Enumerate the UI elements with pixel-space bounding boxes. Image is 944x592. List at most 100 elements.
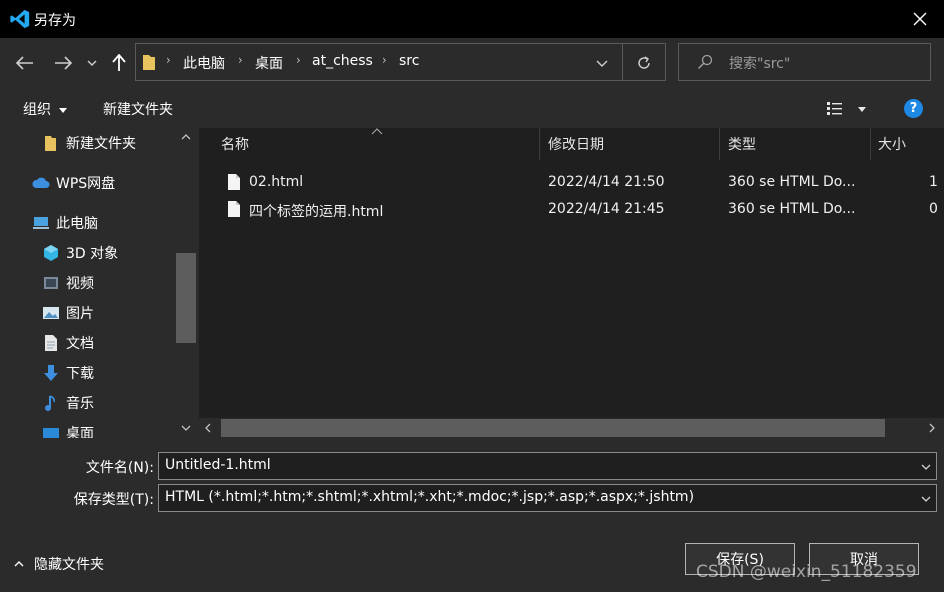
file-icon xyxy=(228,201,240,217)
breadcrumb-desktop[interactable]: 桌面 xyxy=(255,53,283,73)
file-size: 1 xyxy=(929,174,938,190)
organize-menu[interactable]: 组织 xyxy=(23,99,68,119)
chevron-right-icon xyxy=(929,423,935,433)
sidebar-item-this-pc[interactable]: 此电脑 xyxy=(32,208,198,238)
chevron-down-icon xyxy=(181,425,191,431)
sidebar-item-music[interactable]: 音乐 xyxy=(42,388,198,418)
chevron-left-icon xyxy=(205,423,211,433)
breadcrumb-separator: › xyxy=(238,53,243,67)
caret-down-icon xyxy=(858,107,866,112)
column-header-type[interactable]: 类型 xyxy=(728,128,868,160)
forward-button[interactable] xyxy=(50,50,76,76)
folder-icon xyxy=(143,55,155,70)
divider xyxy=(622,44,623,80)
column-divider[interactable] xyxy=(870,128,871,160)
navigation-pane: 新建文件夹 WPS网盘 此电脑 3D 对象 视频 图片 文档 下载 音乐 桌面 xyxy=(0,128,198,438)
help-icon: ? xyxy=(909,101,918,116)
address-bar[interactable]: › 此电脑 › 桌面 › at_chess › src xyxy=(135,43,666,81)
chevron-down-icon xyxy=(921,496,931,502)
back-button[interactable] xyxy=(12,50,38,76)
filetype-label: 保存类型(T): xyxy=(73,492,154,508)
column-label: 修改日期 xyxy=(548,137,604,153)
breadcrumb-this-pc[interactable]: 此电脑 xyxy=(183,53,225,73)
breadcrumb-separator: › xyxy=(382,53,387,67)
sidebar-item-label: 下载 xyxy=(66,366,94,382)
column-label: 大小 xyxy=(878,137,906,153)
up-button[interactable] xyxy=(106,50,132,76)
view-options-button[interactable] xyxy=(826,100,870,118)
chevron-up-icon xyxy=(181,134,191,140)
filetype-select[interactable]: HTML (*.html;*.htm;*.shtml;*.xhtml;*.xht… xyxy=(158,484,937,512)
search-placeholder: 搜索"src" xyxy=(729,56,791,72)
column-divider[interactable] xyxy=(539,128,540,160)
file-name: 02.html xyxy=(249,174,304,190)
sidebar-item-3d-objects[interactable]: 3D 对象 xyxy=(42,238,198,268)
watermark: CSDN @weixin_51182359 xyxy=(696,562,917,582)
file-name: 四个标签的运用.html xyxy=(249,204,384,220)
search-box[interactable]: 搜索"src" xyxy=(678,43,931,81)
help-button[interactable]: ? xyxy=(904,99,923,118)
filename-label: 文件名(N): xyxy=(85,460,154,476)
close-button[interactable] xyxy=(896,0,944,38)
hide-folders-toggle[interactable]: 隐藏文件夹 xyxy=(14,554,104,574)
scrollbar-thumb[interactable] xyxy=(176,253,196,343)
breadcrumb-at-chess[interactable]: at_chess xyxy=(312,53,373,69)
file-row[interactable]: 02.html 2022/4/14 21:50 360 se HTML Do..… xyxy=(199,170,944,196)
address-dropdown-button[interactable] xyxy=(592,54,612,72)
scrollbar-thumb[interactable] xyxy=(221,419,885,437)
chevron-down-icon xyxy=(87,60,97,66)
file-type: 360 se HTML Do... xyxy=(728,201,856,217)
sidebar-item-label: 音乐 xyxy=(66,396,94,412)
column-header-size[interactable]: 大小 xyxy=(878,128,938,160)
cloud-icon xyxy=(32,177,50,188)
document-icon xyxy=(45,335,57,351)
file-list-horizontal-scrollbar[interactable] xyxy=(199,418,944,438)
column-header-name[interactable]: 名称 xyxy=(221,128,539,160)
vscode-logo-icon xyxy=(10,9,30,29)
music-icon xyxy=(45,395,55,411)
video-icon xyxy=(44,277,58,289)
chevron-down-icon xyxy=(921,464,931,470)
sidebar-item-label: 3D 对象 xyxy=(66,246,119,262)
sidebar-item-new-folder[interactable]: 新建文件夹 xyxy=(42,128,198,158)
sidebar-item-label: 桌面 xyxy=(66,426,94,438)
sidebar-item-videos[interactable]: 视频 xyxy=(42,268,198,298)
file-row[interactable]: 四个标签的运用.html 2022/4/14 21:45 360 se HTML… xyxy=(199,197,944,223)
recent-locations-button[interactable] xyxy=(82,50,102,76)
cube-icon xyxy=(44,245,58,261)
download-icon xyxy=(44,365,58,381)
sidebar-item-label: WPS网盘 xyxy=(56,176,116,192)
sidebar-item-desktop[interactable]: 桌面 xyxy=(42,418,198,438)
sidebar-item-downloads[interactable]: 下载 xyxy=(42,358,198,388)
hide-folders-label: 隐藏文件夹 xyxy=(34,557,104,573)
file-date: 2022/4/14 21:50 xyxy=(548,174,665,190)
sidebar-item-documents[interactable]: 文档 xyxy=(42,328,198,358)
arrow-right-icon xyxy=(55,56,72,70)
sidebar-item-wps-cloud[interactable]: WPS网盘 xyxy=(32,168,198,198)
column-label: 类型 xyxy=(728,137,756,153)
navigation-pane-scrollbar[interactable] xyxy=(176,128,196,438)
sidebar-item-pictures[interactable]: 图片 xyxy=(42,298,198,328)
arrow-up-icon xyxy=(112,54,126,71)
breadcrumb-separator: › xyxy=(166,53,171,67)
toolbar: 组织 新建文件夹 ? xyxy=(0,90,944,128)
new-folder-button[interactable]: 新建文件夹 xyxy=(103,99,173,119)
file-type: 360 se HTML Do... xyxy=(728,174,856,190)
file-size: 0 xyxy=(929,201,938,217)
refresh-button[interactable] xyxy=(632,52,656,74)
desktop-icon xyxy=(43,428,59,438)
sidebar-item-label: 此电脑 xyxy=(56,216,98,232)
column-label: 名称 xyxy=(221,137,249,153)
column-header-date[interactable]: 修改日期 xyxy=(548,128,718,160)
refresh-icon xyxy=(638,56,650,69)
sidebar-item-label: 文档 xyxy=(66,336,94,352)
breadcrumb-src[interactable]: src xyxy=(399,53,419,69)
picture-icon xyxy=(43,307,59,319)
column-divider[interactable] xyxy=(719,128,720,160)
folder-icon xyxy=(45,136,56,151)
search-icon xyxy=(698,54,713,69)
close-icon xyxy=(913,12,927,26)
filename-input[interactable]: Untitled-1.html xyxy=(158,452,937,480)
file-date: 2022/4/14 21:45 xyxy=(548,201,665,217)
filetype-value: HTML (*.html;*.htm;*.shtml;*.xhtml;*.xht… xyxy=(165,489,695,505)
